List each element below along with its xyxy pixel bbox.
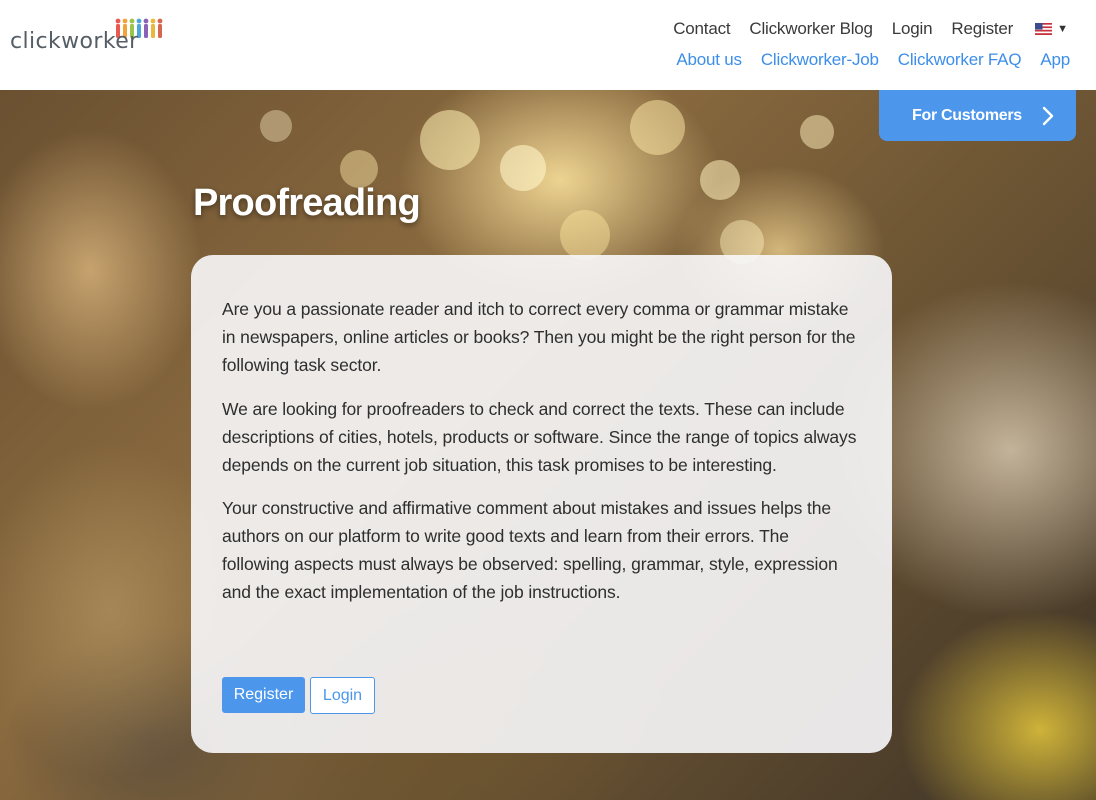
nav-app[interactable]: App [1040, 50, 1070, 70]
clickworker-logo[interactable]: clickworker [10, 16, 170, 56]
us-flag-icon [1035, 23, 1053, 35]
nav-clickworker-job[interactable]: Clickworker-Job [761, 50, 879, 70]
register-button[interactable]: Register [222, 677, 305, 713]
top-nav: Contact Clickworker Blog Login Register … [654, 19, 1068, 39]
chevron-right-icon [1042, 106, 1054, 126]
bokeh-light [420, 110, 480, 170]
nav-login[interactable]: Login [892, 19, 933, 39]
nav-clickworker-faq[interactable]: Clickworker FAQ [898, 50, 1022, 70]
nav-about-us[interactable]: About us [676, 50, 742, 70]
bokeh-light [630, 100, 685, 155]
for-customers-button[interactable]: For Customers [879, 90, 1076, 141]
bokeh-light [260, 110, 292, 142]
nav-register[interactable]: Register [951, 19, 1013, 39]
requirements-paragraph: Your constructive and affirmative commen… [222, 498, 838, 602]
language-selector[interactable]: ▼ [1035, 23, 1068, 35]
nav-clickworker-blog[interactable]: Clickworker Blog [749, 19, 873, 39]
for-customers-label: For Customers [912, 106, 1022, 124]
description-paragraph: We are looking for proofreaders to check… [222, 399, 857, 475]
intro-paragraph: Are you a passionate reader and itch to … [222, 299, 856, 375]
page-title: Proofreading [193, 182, 421, 224]
site-header: clickworker Contact Clickworker Blog Log… [0, 0, 1096, 90]
bokeh-light [800, 115, 834, 149]
chevron-down-icon: ▼ [1057, 23, 1068, 35]
logo-text: clickworker [10, 29, 139, 54]
login-button[interactable]: Login [310, 677, 375, 714]
bokeh-light [700, 160, 740, 200]
bokeh-light [560, 210, 610, 260]
nav-contact[interactable]: Contact [673, 19, 730, 39]
content-card: Are you a passionate reader and itch to … [191, 255, 892, 753]
secondary-nav: About us Clickworker-Job Clickworker FAQ… [657, 50, 1070, 70]
bokeh-light [500, 145, 546, 191]
cta-buttons: Register Login [222, 677, 375, 714]
